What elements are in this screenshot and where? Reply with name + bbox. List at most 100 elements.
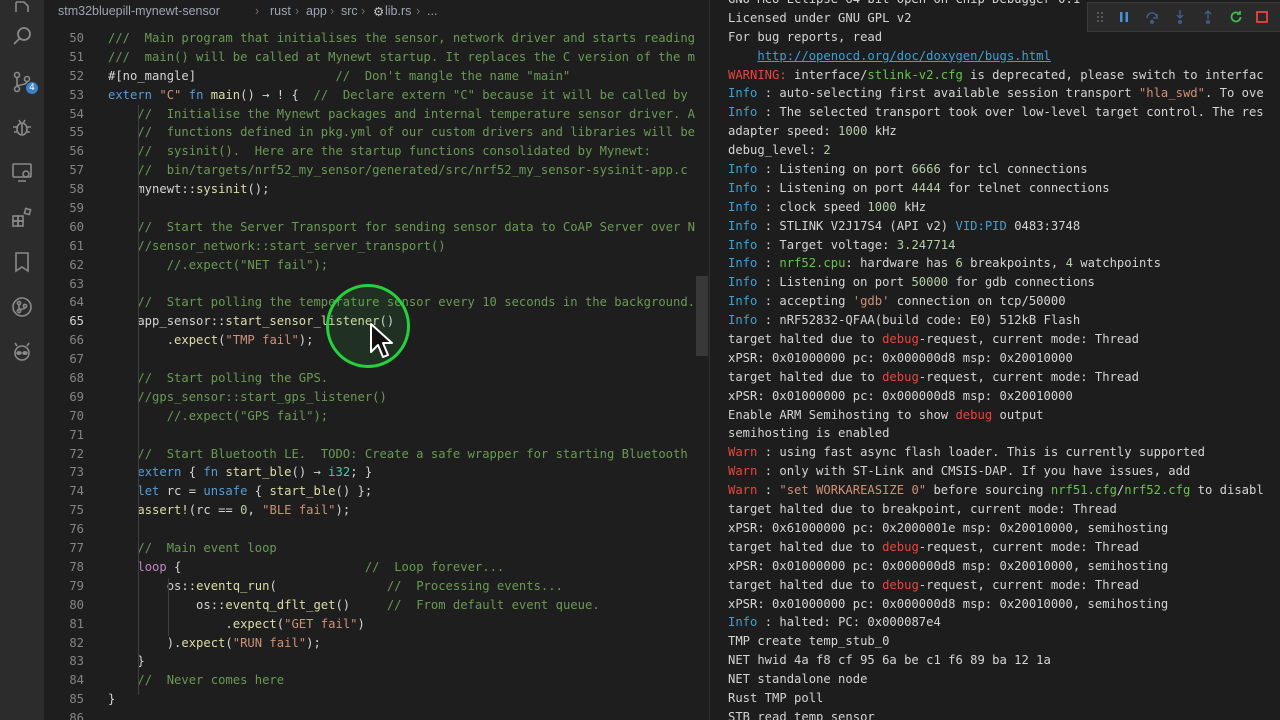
code-line[interactable]: 57 // bin/targets/nrf52_my_sensor/genera… [44,161,709,180]
console-line: Info : accepting 'gdb' connection on tcp… [728,294,1066,309]
console-line: NET hwid 4a f8 cf 95 6a be c1 f6 89 ba 1… [728,653,1051,668]
breadcrumb-item[interactable]: lib.rs [385,4,411,18]
indent-guide [168,578,169,636]
code-editor[interactable]: stm32bluepill-mynewt-sensor › rust › app… [44,0,709,720]
code-line[interactable]: 69 //gps_sensor::start_gps_listener() [44,388,709,407]
code-text: // Start Bluetooth LE. TODO: Create a sa… [137,446,688,461]
code-text: loop { // Loop forever... [137,559,505,574]
code-line[interactable]: 53 extern "C" fn main() → ! { // Declare … [44,86,709,105]
stop-icon[interactable] [1254,9,1270,25]
breadcrumb-item[interactable]: src [341,4,358,18]
breadcrumb-item[interactable]: stm32bluepill-mynewt-sensor [58,4,220,18]
code-line[interactable]: 52 #[no_mangle] // Don't mangle the name … [44,67,709,86]
debug-console[interactable]: GNU MCU Eclipse 64-bit Open On-Chip Debu… [709,0,1280,720]
code-text: #[no_mangle] // Don't mangle the name "m… [108,68,571,83]
code-line[interactable]: 70 //.expect("GPS fail"); [44,407,709,426]
code-line[interactable]: 55 // functions defined in pkg.yml of ou… [44,123,709,142]
line-number: 70 [69,408,84,423]
code-line[interactable]: 76 [44,520,709,539]
step-into-icon[interactable] [1172,9,1188,25]
pause-icon[interactable] [1116,9,1132,25]
restart-icon[interactable] [1228,9,1244,25]
code-text: // bin/targets/nrf52_my_sensor/generated… [137,163,688,178]
code-line[interactable]: 71 [44,426,709,445]
code-line[interactable]: 86 [44,709,709,720]
breadcrumb-separator: › [416,4,421,18]
code-line[interactable]: 73 extern { fn start_ble() → i32; } [44,463,709,482]
code-line[interactable]: 84 // Never comes here [44,671,709,690]
code-line[interactable]: 78 loop { // Loop forever... [44,558,709,577]
code-line[interactable]: 79 os::eventq_run( // Processing events.… [44,577,709,596]
code-line[interactable]: 81 .expect("GET fail") [44,615,709,634]
console-line: Info : Listening on port 4444 for telnet… [728,180,1110,195]
line-number: 80 [69,597,84,612]
code-line[interactable]: 54 // Initialise the Mynewt packages and… [44,105,709,124]
code-line[interactable]: 61 //sensor_network::start_server_transp… [44,237,709,256]
code-line[interactable]: 62 //.expect("NET fail"); [44,256,709,275]
console-line: Info : Listening on port 6666 for tcl co… [728,162,1088,177]
code-text: let rc = unsafe { start_ble() }; [137,484,373,499]
code-line[interactable]: 68 // Start polling the GPS. [44,369,709,388]
code-line[interactable]: 82 ).expect("RUN fail"); [44,634,709,653]
code-text: // Never comes here [137,673,285,688]
alien-icon[interactable] [10,340,34,364]
code-text: os::eventq_dflt_get() // From default ev… [108,597,600,612]
git-graph-icon[interactable] [10,295,34,319]
console-line: debug_level: 2 [728,143,831,158]
console-line: target halted due to debug-request, curr… [728,369,1139,384]
bookmark-icon[interactable] [10,250,34,274]
drag-handle-icon[interactable] [1092,9,1108,25]
code-line[interactable]: 74 let rc = unsafe { start_ble() }; [44,482,709,501]
cursor-highlight [326,284,410,368]
code-text: /// main() will be called at Mynewt star… [108,49,695,64]
code-text: assert!(rc == 0, "BLE fail"); [137,503,351,518]
console-line: Warn : only with ST-Link and CMSIS-DAP. … [728,464,1191,479]
console-line: Info : nRF52832-QFAA(build code: E0) 512… [728,313,1081,328]
step-over-icon[interactable] [1144,9,1160,25]
breadcrumb-item[interactable]: ... [427,4,437,18]
code-line[interactable]: 50 /// Main program that initialises the … [44,29,709,48]
line-number: 68 [69,371,84,386]
line-number: 50 [69,31,84,45]
debug-icon[interactable] [10,115,34,139]
breadcrumb-separator: › [255,4,260,18]
console-line: Warn : using fast async flash loader. Th… [728,445,1205,460]
console-line: adapter speed: 1000 kHz [728,124,897,139]
line-number: 60 [69,219,84,234]
breadcrumb-separator: › [361,4,366,18]
remote-explorer-icon[interactable] [10,160,34,184]
files-icon[interactable] [10,0,34,24]
breadcrumb-item[interactable]: app [306,4,327,18]
console-line: Info : STLINK V2J17S4 (API v2) VID:PID 0… [728,218,1081,233]
code-line[interactable]: 80 os::eventq_dflt_get() // From default… [44,596,709,615]
breadcrumb-item[interactable]: rust [270,4,291,18]
code-line[interactable]: 60 // Start the Server Transport for sen… [44,218,709,237]
code-text: ).expect("RUN fail"); [108,635,321,650]
code-line[interactable]: 85} [44,690,709,709]
code-line[interactable]: 58 mynewt::sysinit(); [44,180,709,199]
breadcrumb: stm32bluepill-mynewt-sensor › rust › app… [44,0,709,22]
code-text: //gps_sensor::start_gps_listener() [137,389,387,404]
code-line[interactable]: 59 [44,199,709,218]
console-line: Info : Listening on port 50000 for gdb c… [728,275,1095,290]
step-out-icon[interactable] [1200,9,1216,25]
code-text: // Main event loop [137,541,277,556]
breadcrumb-separator: › [295,4,300,18]
line-number: 62 [69,257,84,272]
console-line: Info : clock speed 1000 kHz [728,199,927,214]
editor-scrollbar[interactable] [696,276,708,356]
code-line[interactable]: 56 // sysinit(). Here are the startup fu… [44,142,709,161]
code-line[interactable]: 72 // Start Bluetooth LE. TODO: Create a… [44,445,709,464]
code-line[interactable]: 77 // Main event loop [44,539,709,558]
search-icon[interactable] [10,24,34,48]
line-number: 64 [69,295,84,310]
code-line[interactable]: 51 /// main() will be called at Mynewt st… [44,48,709,67]
code-line[interactable]: 75 assert!(rc == 0, "BLE fail"); [44,501,709,520]
console-line: http://openocd.org/doc/doxygen/bugs.html [757,48,1051,63]
code-text: } [108,654,145,669]
line-number: 76 [69,522,84,537]
code-line[interactable]: 83 } [44,652,709,671]
line-number: 74 [69,484,84,499]
debug-toolbar [1087,2,1280,32]
extensions-icon[interactable] [10,205,34,229]
